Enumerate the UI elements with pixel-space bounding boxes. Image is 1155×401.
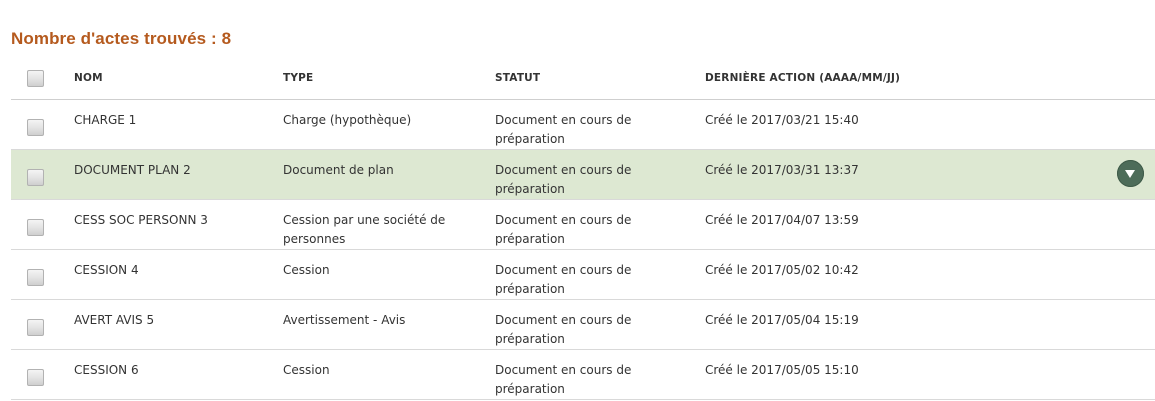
table-row[interactable]: CESSION 6 Cession Document en cours de p…: [11, 350, 1155, 400]
row-last-action: Créé le 2017/05/04 15:19: [705, 313, 859, 327]
row-actions-menu-button[interactable]: [1117, 160, 1144, 187]
row-last-action: Créé le 2017/03/21 15:40: [705, 113, 859, 127]
row-checkbox[interactable]: [27, 269, 44, 286]
row-type: Cession: [283, 363, 330, 377]
row-name: CESSION 6: [74, 363, 139, 377]
row-last-action: Créé le 2017/05/05 15:10: [705, 363, 859, 377]
column-header-last-action[interactable]: DERNIÈRE ACTION (AAAA/MM/JJ): [705, 69, 1085, 88]
row-type: Avertissement - Avis: [283, 313, 406, 327]
table-row-selected[interactable]: DOCUMENT PLAN 2 Document de plan Documen…: [11, 150, 1155, 200]
row-name: AVERT AVIS 5: [74, 313, 155, 327]
table-header-row: NOM TYPE STATUT DERNIÈRE ACTION (AAAA/MM…: [11, 57, 1155, 100]
row-status: Document en cours de préparation: [495, 263, 632, 296]
row-name: CESSION 4: [74, 263, 139, 277]
row-status: Document en cours de préparation: [495, 213, 632, 246]
row-last-action: Créé le 2017/05/02 10:42: [705, 263, 859, 277]
table-row[interactable]: CHARGE 1 Charge (hypothèque) Document en…: [11, 100, 1155, 150]
row-checkbox[interactable]: [27, 369, 44, 386]
row-checkbox[interactable]: [27, 169, 44, 186]
row-name: CESS SOC PERSONN 3: [74, 213, 208, 227]
table-row[interactable]: CESS SOC PERSONN 3 Cession par une socié…: [11, 200, 1155, 250]
row-type: Cession: [283, 263, 330, 277]
table-row[interactable]: AVERT AVIS 5 Avertissement - Avis Docume…: [11, 300, 1155, 350]
results-table: NOM TYPE STATUT DERNIÈRE ACTION (AAAA/MM…: [11, 57, 1155, 400]
row-last-action: Créé le 2017/04/07 13:59: [705, 213, 859, 227]
row-checkbox[interactable]: [27, 119, 44, 136]
row-name: CHARGE 1: [74, 113, 137, 127]
column-header-status[interactable]: STATUT: [495, 69, 695, 88]
results-count-title: Nombre d'actes trouvés : 8: [11, 29, 232, 48]
row-status: Document en cours de préparation: [495, 163, 632, 196]
column-header-type[interactable]: TYPE: [283, 69, 483, 88]
row-status: Document en cours de préparation: [495, 363, 632, 396]
row-type: Cession par une société de personnes: [283, 213, 446, 246]
row-type: Document de plan: [283, 163, 394, 177]
row-status: Document en cours de préparation: [495, 113, 632, 146]
row-checkbox[interactable]: [27, 319, 44, 336]
column-header-name[interactable]: NOM: [74, 69, 274, 88]
row-name: DOCUMENT PLAN 2: [74, 163, 191, 177]
row-type: Charge (hypothèque): [283, 113, 412, 127]
row-last-action: Créé le 2017/03/31 13:37: [705, 163, 859, 177]
row-status: Document en cours de préparation: [495, 313, 632, 346]
chevron-down-icon: [1125, 170, 1135, 178]
select-all-checkbox[interactable]: [27, 70, 44, 87]
row-checkbox[interactable]: [27, 219, 44, 236]
table-row[interactable]: CESSION 4 Cession Document en cours de p…: [11, 250, 1155, 300]
